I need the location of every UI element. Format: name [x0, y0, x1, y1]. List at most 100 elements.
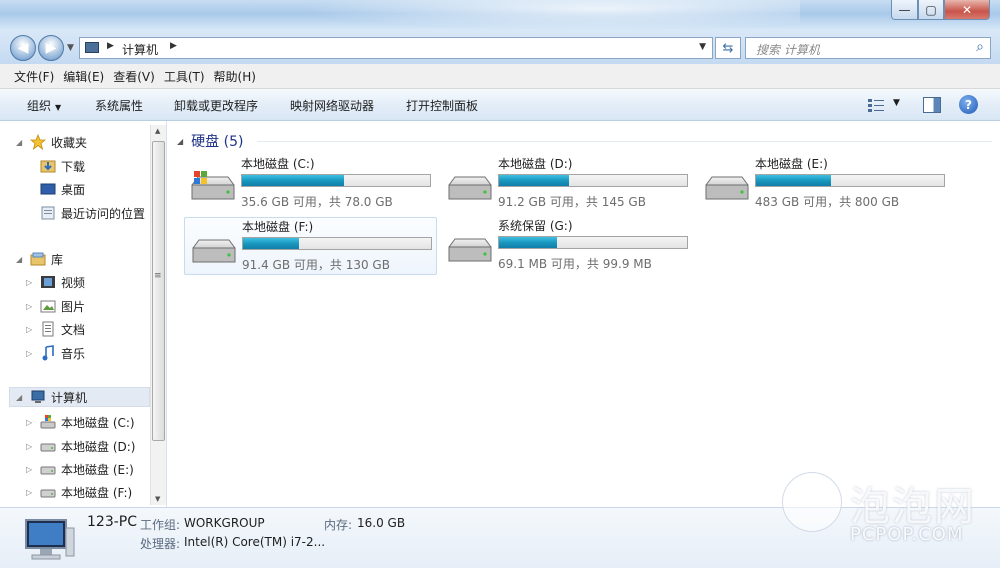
group-divider [257, 141, 992, 142]
group-header-hard-drives[interactable]: ◢ 硬盘 (5) [177, 131, 243, 151]
star-icon [30, 134, 46, 150]
nav-documents[interactable]: ▷ 文档 [26, 319, 85, 339]
refresh-icon[interactable]: ⇆ [715, 37, 741, 59]
expand-arrow-icon[interactable]: ▷ [26, 325, 36, 334]
close-button[interactable]: ✕ [944, 0, 990, 20]
nav-label: 本地磁盘 (F:) [61, 485, 133, 500]
nav-label: 音乐 [61, 346, 86, 361]
hard-drive-icon [448, 176, 492, 200]
hard-drive-icon [40, 489, 56, 498]
title-glass [300, 0, 800, 30]
nav-music[interactable]: ▷ 音乐 [26, 343, 85, 363]
address-dropdown-icon[interactable]: ▼ [699, 42, 706, 52]
scroll-down-icon[interactable]: ▼ [155, 495, 160, 503]
cpu-label: 处理器: [140, 537, 181, 551]
collapse-arrow-icon[interactable]: ◢ [16, 255, 26, 264]
drive-tile[interactable]: 本地磁盘 (D:) 91.2 GB 可用，共 145 GB [441, 155, 694, 213]
menu-file[interactable]: 文件(F) [0, 68, 61, 85]
nav-downloads[interactable]: 下载 [26, 156, 85, 176]
computer-icon [25, 519, 75, 560]
recent-pages-dropdown[interactable]: ▼ [67, 43, 74, 53]
organize-label: 组织 [27, 99, 52, 113]
preview-pane-icon[interactable] [923, 97, 941, 113]
collapse-arrow-icon[interactable]: ◢ [16, 138, 26, 147]
computer-icon [85, 42, 99, 53]
nav-favorites[interactable]: ◢ 收藏夹 [16, 132, 87, 152]
nav-label: 计算机 [51, 390, 88, 405]
menu-edit[interactable]: 编辑(E) [61, 68, 111, 85]
expand-arrow-icon[interactable]: ▷ [26, 278, 36, 287]
minimize-button[interactable]: — [891, 0, 918, 20]
expand-arrow-icon[interactable]: ▷ [26, 488, 36, 497]
nav-drive-e[interactable]: ▷ 本地磁盘 (E:) [26, 459, 134, 479]
hard-drive-icon [40, 443, 56, 452]
drive-usage-bar [242, 237, 432, 250]
nav-label: 文档 [61, 322, 86, 337]
downloads-folder-icon [40, 160, 56, 173]
memory-label: 内存: [324, 518, 353, 532]
collapse-group-icon[interactable]: ◢ [177, 137, 183, 146]
drive-tile[interactable]: 本地磁盘 (E:) 483 GB 可用，共 800 GB [698, 155, 951, 213]
expand-arrow-icon[interactable]: ▷ [26, 302, 36, 311]
workgroup-label: 工作组: [140, 518, 181, 532]
nav-videos[interactable]: ▷ 视频 [26, 272, 85, 292]
content-area: ◢ 硬盘 (5) 本地磁盘 (C:) 35.6 GB 可用，共 78.0 GB 本地… [167, 121, 1000, 507]
nav-label: 桌面 [61, 182, 86, 197]
drive-usage-fill [499, 175, 569, 186]
drive-tile[interactable]: 本地磁盘 (C:) 35.6 GB 可用，共 78.0 GB [184, 155, 437, 213]
address-bar[interactable]: ▶ 计算机 ▶ ▼ [79, 37, 713, 59]
breadcrumb-computer[interactable]: 计算机 [122, 41, 158, 58]
nav-recent-places[interactable]: 最近访问的位置 [26, 203, 145, 223]
forward-button[interactable]: ▶ [38, 35, 64, 61]
drive-name: 本地磁盘 (E:) [755, 157, 828, 171]
nav-label: 视频 [61, 275, 86, 290]
view-dropdown-icon[interactable]: ▼ [893, 98, 900, 108]
nav-computer[interactable]: ◢ 计算机 [9, 387, 150, 407]
nav-libraries[interactable]: ◢ 库 [16, 249, 63, 269]
uninstall-program-button[interactable]: 卸载或更改程序 [174, 97, 258, 114]
nav-pictures[interactable]: ▷ 图片 [26, 296, 85, 316]
view-options-icon[interactable] [867, 97, 885, 113]
hard-drive-icon [448, 238, 492, 262]
breadcrumb-arrow-icon[interactable]: ▶ [107, 41, 114, 51]
drive-tile[interactable]: 系统保留 (G:) 69.1 MB 可用，共 99.9 MB [441, 217, 694, 275]
search-icon[interactable]: ⌕ [976, 39, 984, 55]
organize-button[interactable]: 组织 ▼ [27, 97, 61, 114]
drive-tile[interactable]: 本地磁盘 (F:) 91.4 GB 可用，共 130 GB [184, 217, 437, 275]
scroll-thumb[interactable] [152, 141, 165, 441]
nav-drive-f[interactable]: ▷ 本地磁盘 (F:) [26, 482, 132, 502]
recent-places-icon [41, 206, 55, 220]
help-icon[interactable]: ? [959, 95, 978, 114]
drive-usage-fill [756, 175, 832, 186]
menu-tools[interactable]: 工具(T) [162, 68, 212, 85]
nav-label: 本地磁盘 (C:) [61, 415, 135, 430]
scroll-up-icon[interactable]: ▲ [155, 127, 160, 135]
nav-drive-c[interactable]: ▷ 本地磁盘 (C:) [26, 412, 135, 432]
system-properties-button[interactable]: 系统属性 [95, 97, 143, 114]
desktop-icon [40, 183, 56, 195]
back-button[interactable]: ◀ [10, 35, 36, 61]
drive-usage-bar [498, 236, 688, 249]
pictures-icon [40, 300, 56, 313]
expand-arrow-icon[interactable]: ▷ [26, 418, 36, 427]
open-control-panel-button[interactable]: 打开控制面板 [406, 97, 478, 114]
maximize-button[interactable]: ▢ [918, 0, 944, 20]
map-network-drive-button[interactable]: 映射网络驱动器 [290, 97, 374, 114]
hard-drive-icon [40, 466, 56, 475]
expand-arrow-icon[interactable]: ▷ [26, 442, 36, 451]
collapse-arrow-icon[interactable]: ◢ [16, 393, 26, 402]
pcpop-watermark: 泡泡网 PCPOP.COM [778, 466, 988, 556]
menu-view[interactable]: 查看(V) [111, 68, 162, 85]
drive-name: 本地磁盘 (C:) [241, 157, 315, 171]
computer-icon [31, 390, 45, 403]
nav-desktop[interactable]: 桌面 [26, 179, 85, 199]
search-input[interactable]: 搜索 计算机 ⌕ [745, 37, 991, 59]
expand-arrow-icon[interactable]: ▷ [26, 465, 36, 474]
drive-usage-bar [241, 174, 431, 187]
breadcrumb-arrow-icon[interactable]: ▶ [170, 41, 177, 51]
nav-scrollbar[interactable]: ▲ ≡ ▼ [150, 125, 166, 505]
library-icon [30, 252, 46, 266]
nav-drive-d[interactable]: ▷ 本地磁盘 (D:) [26, 436, 135, 456]
menu-help[interactable]: 帮助(H) [212, 68, 263, 85]
expand-arrow-icon[interactable]: ▷ [26, 349, 36, 358]
